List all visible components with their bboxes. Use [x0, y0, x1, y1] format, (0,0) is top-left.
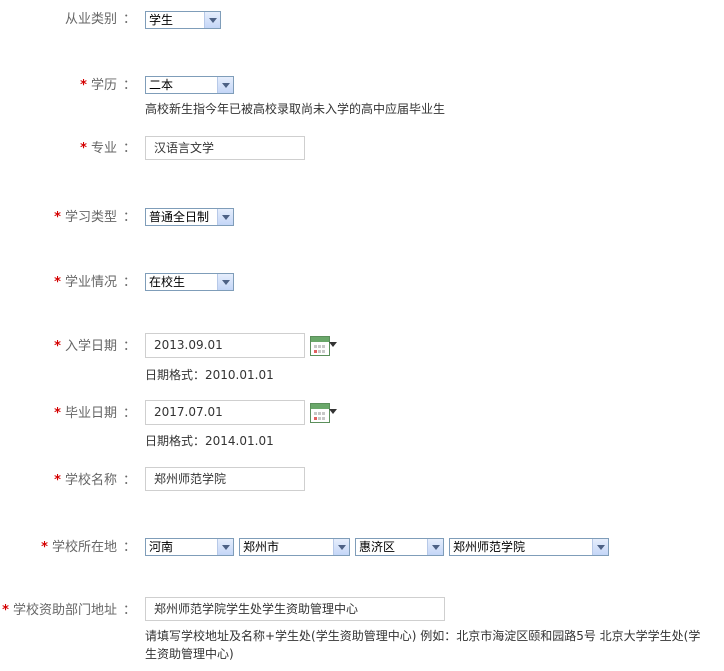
calendar-icon[interactable]	[310, 336, 337, 356]
aid-address-hint-line2: 生资助管理中心)	[145, 647, 234, 661]
required-star: *	[80, 141, 87, 156]
occupation-label: 从业类别：	[64, 12, 136, 27]
city-select[interactable]: 郑州市	[239, 538, 350, 556]
required-star: *	[54, 406, 61, 421]
school-name-label: * 学校名称：	[54, 473, 136, 488]
graduation-date-label: * 毕业日期：	[54, 406, 136, 421]
school-name-input[interactable]: 郑州师范学院	[145, 467, 305, 491]
required-star: *	[54, 275, 61, 290]
major-label: * 专业：	[80, 141, 136, 156]
education-hint: 高校新生指今年已被高校录取尚未入学的高中应届毕业生	[145, 102, 446, 116]
aid-address-input[interactable]: 郑州师范学院学生处学生资助管理中心	[145, 597, 445, 621]
required-star: *	[2, 603, 9, 618]
occupation-select[interactable]: 学生	[145, 11, 221, 29]
school-select[interactable]: 郑州师范学院	[449, 538, 609, 556]
education-select[interactable]: 二本	[145, 76, 234, 94]
required-star: *	[54, 210, 61, 225]
chevron-down-icon	[217, 274, 233, 290]
chevron-down-icon	[217, 209, 233, 225]
chevron-down-icon	[217, 539, 233, 555]
school-location-label: * 学校所在地：	[41, 540, 136, 555]
major-input[interactable]: 汉语言文学	[145, 136, 305, 160]
calendar-icon[interactable]	[310, 403, 337, 423]
chevron-down-icon	[204, 12, 220, 28]
required-star: *	[41, 540, 48, 555]
study-status-select[interactable]: 在校生	[145, 273, 234, 291]
required-star: *	[80, 78, 87, 93]
chevron-down-icon	[592, 539, 608, 555]
enroll-date-input[interactable]: 2013.09.01	[145, 333, 305, 358]
chevron-down-icon	[427, 539, 443, 555]
education-label: * 学历：	[80, 78, 136, 93]
graduation-date-input[interactable]: 2017.07.01	[145, 400, 305, 425]
province-select[interactable]: 河南	[145, 538, 234, 556]
chevron-down-icon	[217, 77, 233, 93]
study-type-select[interactable]: 普通全日制	[145, 208, 234, 226]
required-star: *	[54, 339, 61, 354]
aid-address-label: * 学校资助部门地址：	[2, 603, 136, 618]
required-star: *	[54, 473, 61, 488]
study-status-label: * 学业情况：	[54, 275, 136, 290]
graduation-date-hint: 日期格式：2014.01.01	[145, 434, 274, 448]
study-type-label: * 学习类型：	[54, 210, 136, 225]
enroll-date-label: * 入学日期：	[54, 339, 136, 354]
district-select[interactable]: 惠济区	[355, 538, 444, 556]
aid-address-hint-line1: 请填写学校地址及名称+学生处(学生资助管理中心) 例如：北京市海淀区颐和园路5号…	[145, 629, 701, 643]
enroll-date-hint: 日期格式：2010.01.01	[145, 368, 274, 382]
chevron-down-icon	[333, 539, 349, 555]
